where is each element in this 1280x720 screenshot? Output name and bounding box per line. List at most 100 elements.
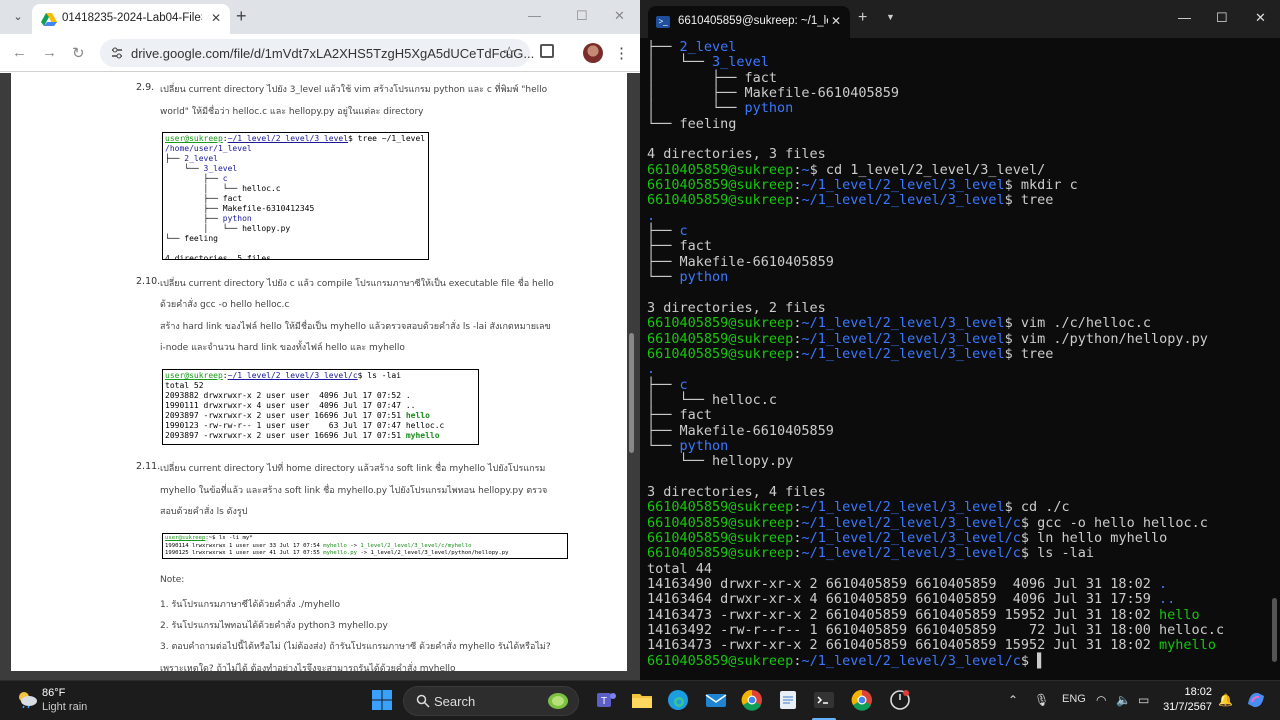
terminal-output[interactable]: ├── 2_level │ └── 3_level │ ├── fact │ ├── … (647, 40, 1267, 680)
scrollbar[interactable] (629, 333, 634, 453)
chevron-up-icon[interactable]: ⌃ (1008, 693, 1018, 707)
text-segment: myhello (1159, 637, 1216, 654)
url-text: drive.google.com/file/d/1mVdt7xLA2XHS5Tz… (131, 46, 535, 61)
text-segment: ~/1_level/2_level/3_level (227, 134, 349, 143)
text-segment: ~/1_level/2_level/3_level (801, 192, 1005, 209)
minimize-icon[interactable]: — (528, 8, 541, 23)
bell-icon[interactable]: 🔔 (1218, 693, 1233, 707)
weather-icon[interactable] (16, 690, 38, 708)
plus-icon[interactable]: + (858, 9, 867, 27)
scrollbar[interactable] (1272, 598, 1277, 662)
text-segment: 6610405859@sukreep (647, 345, 794, 362)
copilot-tray-icon[interactable] (1244, 688, 1268, 712)
search-box[interactable]: Search (403, 686, 579, 716)
text-segment: ├── Makefile-6610405859 (647, 253, 834, 270)
plus-icon[interactable]: + (236, 6, 247, 27)
desktop: ⌄ 01418235-2024-Lab04-FileSyste ✕ + — ☐ … (0, 0, 1280, 720)
menu-icon[interactable]: ⌄ (8, 7, 28, 27)
screenshot-line: 2093897 -rwxrwxr-x 2 user user 16696 Jul… (165, 411, 476, 421)
notepad-icon[interactable] (776, 688, 800, 712)
paragraph: เปลี่ยน current directory ไปที่ home dir… (160, 464, 546, 474)
paragraph: สอบด้วยคำสั่ง ls ดังรูป (160, 507, 248, 517)
text-segment: 14163492 -rw-r--r-- 1 6610405859 6610405… (647, 622, 1225, 639)
chrome-icon[interactable] (850, 688, 874, 712)
powershell-icon: >_ (656, 16, 670, 28)
browser-tab[interactable]: 01418235-2024-Lab04-FileSyste ✕ (32, 4, 230, 34)
speaker-icon[interactable]: 🔈 (1116, 693, 1131, 707)
back-icon[interactable]: ← (12, 44, 27, 61)
terminal-tab[interactable]: >_ 6610405859@sukreep: ~/1_lev ✕ (648, 6, 850, 38)
terminal-line: total 44 (647, 561, 1267, 577)
chrome-window: ⌄ 01418235-2024-Lab04-FileSyste ✕ + — ☐ … (0, 0, 640, 680)
text-segment: └── feeling (165, 234, 218, 243)
close-icon[interactable]: ✕ (831, 14, 841, 28)
clock-time[interactable]: 18:02 (1172, 686, 1212, 698)
chevron-down-icon[interactable]: ▼ (886, 12, 895, 22)
screenshot-line: user@sukreep:~/1_level/2_level/3_level$ … (165, 134, 426, 144)
text-segment: ├── (165, 214, 223, 223)
paragraph: i-node และจำนวน hard link ของทั้งไฟล์ he… (160, 343, 405, 353)
note-item: 3. ตอบคำถามต่อไปนี้ได้หรือไม่ (ไม่ต้องส่… (160, 642, 551, 652)
snipping-icon[interactable] (888, 688, 912, 712)
file-explorer-icon[interactable] (630, 688, 654, 712)
screenshot-line: 1990125 lrwxrwxrwx 1 user user 41 Jul 17… (165, 550, 565, 558)
avatar[interactable] (583, 43, 603, 63)
terminal-icon[interactable] (812, 688, 836, 712)
windows-start-icon[interactable] (370, 688, 394, 712)
text-segment: 6610405859@sukreep (647, 330, 794, 347)
site-info-icon[interactable] (110, 46, 124, 60)
text-segment: $ vim ./python/hellopy.py (1004, 330, 1208, 347)
text-segment: c (222, 174, 228, 183)
text-segment: │ └── (647, 100, 745, 117)
terminal-line: ├── Makefile-6610405859 (647, 423, 1267, 439)
text-segment: │ ├── Makefile-6610405859 (647, 85, 899, 102)
screenshot-line: ├── fact (165, 194, 426, 204)
maximize-icon[interactable]: ☐ (1216, 10, 1228, 26)
forward-icon[interactable]: → (42, 44, 57, 61)
text-segment: ├── Makefile-6310412345 (165, 204, 315, 213)
terminal-line: 4 directories, 3 files (647, 147, 1267, 162)
edge-icon[interactable] (666, 688, 690, 712)
wifi-icon[interactable]: ◠ (1096, 693, 1106, 707)
terminal-line: 6610405859@sukreep:~/1_level/2_level/3_l… (647, 530, 1267, 546)
text-segment: 6610405859@sukreep (647, 545, 794, 562)
section-number: 2.11. (136, 461, 161, 472)
chrome-icon[interactable] (740, 688, 764, 712)
reload-icon[interactable]: ↻ (72, 44, 85, 62)
paragraph: เปลี่ยน current directory ไปยัง c แล้ว c… (160, 279, 554, 289)
text-segment: python (744, 100, 794, 117)
close-window-icon[interactable]: ✕ (1255, 10, 1266, 26)
terminal-line: 6610405859@sukreep:~/1_level/2_level/3_l… (647, 345, 1267, 362)
terminal-tab-strip: >_ 6610405859@sukreep: ~/1_lev ✕ + ▼ — ☐… (640, 0, 1280, 38)
star-icon[interactable]: ☆ (503, 43, 516, 61)
taskbar: 86°F Light rain Search T ⌃ 🎙 ENG ◠ 🔈 ▭ 1… (0, 680, 1280, 720)
text-segment: ~/1_level/2_level/3_level/c (227, 371, 358, 380)
text-segment: -> 1_level/2_level/3_level/python/hellop… (356, 550, 509, 556)
pdf-page: 2.9. เปลี่ยน current directory ไปยัง 3_l… (11, 73, 627, 671)
teams-icon[interactable]: T (594, 688, 618, 712)
text-segment: user@sukreep (165, 134, 223, 143)
kebab-icon[interactable]: ⋮ (614, 44, 629, 62)
text-segment: 1990114 lrwxrwxrwx 1 user user 33 Jul 17… (165, 542, 324, 549)
text-segment: 1990125 lrwxrwxrwx 1 user user 41 Jul 17… (165, 550, 324, 556)
screenshot-line: │ └── helloc.c (165, 184, 426, 194)
address-bar[interactable]: drive.google.com/file/d/1mVdt7xLA2XHS5Tz… (100, 39, 534, 67)
screenshot-line: 1990111 drwxrwxr-x 4 user user 4096 Jul … (165, 401, 476, 411)
mic-icon[interactable]: 🎙 (1034, 693, 1049, 707)
text-segment: ├── (165, 154, 185, 163)
battery-icon[interactable]: ▭ (1138, 693, 1149, 707)
clock-date[interactable]: 31/7/2567 (1158, 701, 1212, 713)
close-window-icon[interactable]: ✕ (614, 8, 625, 24)
text-segment: myhello.py (323, 550, 357, 556)
terminal-line: 3 directories, 4 files (647, 484, 1267, 500)
text-segment: python (679, 437, 729, 454)
extensions-icon[interactable] (540, 44, 554, 58)
minimize-icon[interactable]: — (1178, 10, 1191, 25)
close-icon[interactable]: ✕ (211, 11, 221, 25)
maximize-icon[interactable]: ☐ (576, 8, 588, 24)
pdf-viewer[interactable]: 2.9. เปลี่ยน current directory ไปยัง 3_l… (0, 73, 640, 680)
mail-icon[interactable] (704, 688, 728, 712)
softlink-screenshot: user@sukreep:~$ ls -li my* 1990114 lrwxrw… (162, 533, 568, 559)
language-indicator[interactable]: ENG (1062, 693, 1086, 705)
